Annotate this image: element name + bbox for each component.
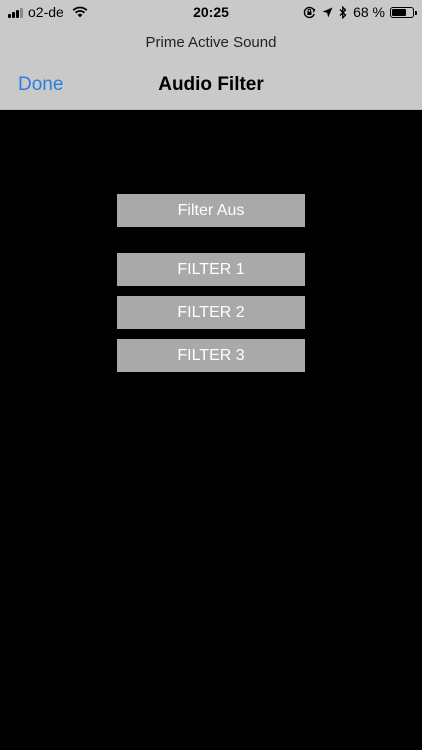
- location-icon: [322, 7, 333, 18]
- screen: o2-de 20:25 68 % Prime Active Sound Done…: [0, 0, 422, 750]
- page-title: Audio Filter: [158, 74, 264, 95]
- filter-3-button[interactable]: FILTER 3: [117, 339, 305, 372]
- battery-icon: [390, 6, 417, 18]
- battery-percent: 68 %: [353, 4, 385, 20]
- status-bar: o2-de 20:25 68 %: [0, 0, 422, 24]
- filter-off-button[interactable]: Filter Aus: [117, 194, 305, 227]
- battery-level-fill: [392, 8, 406, 16]
- orientation-lock-icon: [303, 6, 316, 19]
- status-right: 68 %: [303, 4, 417, 20]
- nav-bar: Done Audio Filter: [0, 70, 422, 102]
- header-area: o2-de 20:25 68 % Prime Active Sound Done…: [0, 0, 422, 110]
- filter-1-button[interactable]: FILTER 1: [117, 253, 305, 286]
- bluetooth-icon: [339, 5, 347, 19]
- app-name: Prime Active Sound: [145, 34, 277, 51]
- filter-2-button[interactable]: FILTER 2: [117, 296, 305, 329]
